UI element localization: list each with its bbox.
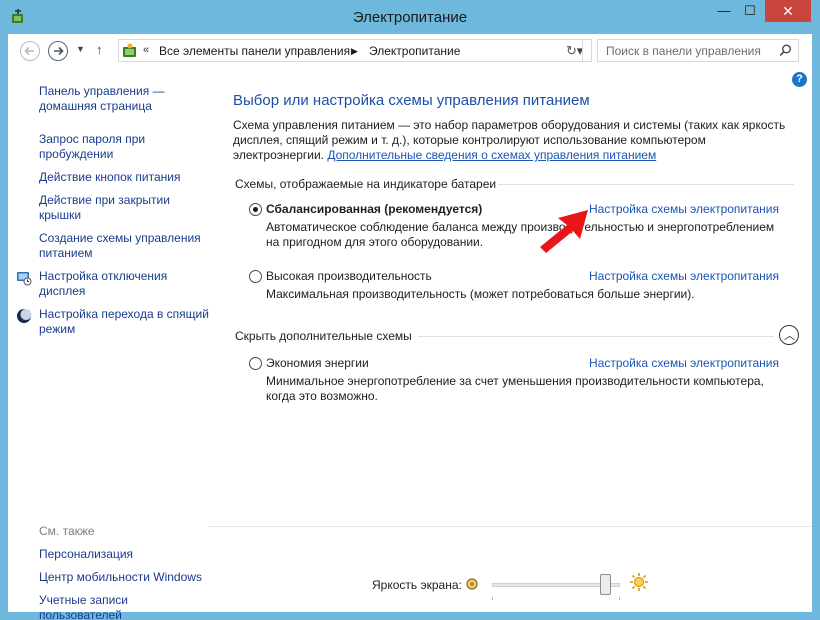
up-button[interactable]: ↑ [96,42,103,57]
minimize-button[interactable]: — [711,0,737,22]
breadcrumb-power-options[interactable]: Электропитание [369,44,460,58]
search-box[interactable]: Поиск в панели управления [597,39,799,62]
refresh-icon: ↻ [566,43,577,58]
address-bar[interactable]: « Все элементы панели управления ▶ Элект… [118,39,592,62]
plan-high-performance-name[interactable]: Высокая производительность [266,269,432,283]
plan-balanced-settings-link[interactable]: Настройка схемы электропитания [589,202,779,216]
breadcrumb-separator-icon[interactable]: ▶ [351,46,358,57]
plan-power-saver-settings-link[interactable]: Настройка схемы электропитания [589,356,779,370]
search-placeholder: Поиск в панели управления [606,44,761,58]
section-divider [498,184,794,185]
window-title: Электропитание [352,9,468,26]
annotation-arrow-icon [540,210,588,253]
sidebar-item-lid-action[interactable]: Действие при закрытии крышки [39,193,209,223]
sidebar: Панель управления — домашняя страница За… [8,68,209,620]
moon-icon [17,309,32,323]
breadcrumb-all-items[interactable]: Все элементы панели управления [159,44,350,58]
more-info-link[interactable]: Дополнительные сведения о схемах управле… [327,148,656,162]
sidebar-item-display-off[interactable]: Настройка отключения дисплея [39,269,209,299]
window-content: ▼ ↑ « Все элементы панели управления ▶ Э… [8,34,812,620]
maximize-button[interactable]: ☐ [737,0,763,22]
plan-high-performance-settings-link[interactable]: Настройка схемы электропитания [589,269,779,283]
address-overflow-chevron[interactable]: « [143,44,149,56]
plan-balanced-name[interactable]: Сбалансированная (рекомендуется) [266,202,482,216]
sidebar-item-power-buttons[interactable]: Действие кнопок питания [39,170,209,185]
sidebar-item-home[interactable]: Панель управления — домашняя страница [39,84,209,114]
page-description: Схема управления питанием — это набор па… [233,118,793,163]
brightness-high-icon [630,573,648,591]
brightness-slider-thumb[interactable] [599,574,611,595]
battery-plans-heading: Схемы, отображаемые на индикаторе батаре… [235,177,497,191]
bottom-divider [208,526,812,527]
sidebar-item-wake-password[interactable]: Запрос пароля при пробуждении [39,132,209,162]
sidebar-item-user-accounts[interactable]: Учетные записи пользователей [39,593,149,620]
back-button[interactable] [20,41,40,61]
plan-balanced-description: Автоматическое соблюдение баланса между … [266,220,775,249]
chevron-up-icon: ︿ [784,330,795,342]
title-bar[interactable]: Электропитание — ☐ ✕ [0,0,820,34]
section-divider [418,336,774,337]
control-panel-icon [123,43,136,57]
recent-pages-dropdown[interactable]: ▼ [76,44,85,54]
brightness-slider-ticks [492,597,620,600]
close-button[interactable]: ✕ [765,0,811,22]
plan-power-saver-name[interactable]: Экономия энергии [266,356,369,370]
arrow-right-icon [54,46,64,56]
brightness-low-icon [466,578,478,590]
display-icon [17,272,32,286]
plan-balanced-radio[interactable] [249,203,262,216]
page-title: Выбор или настройка схемы управления пит… [233,92,590,109]
search-icon[interactable] [779,44,792,57]
plan-high-performance-description: Максимальная производительность (может п… [266,287,695,301]
sidebar-item-mobility-center[interactable]: Центр мобильности Windows [39,570,209,585]
window-frame: Электропитание — ☐ ✕ ▼ ↑ « Все элементы … [0,0,820,620]
sidebar-item-create-plan[interactable]: Создание схемы управления питанием [39,231,209,261]
navigation-bar: ▼ ↑ « Все элементы панели управления ▶ Э… [8,34,812,68]
sidebar-item-sleep[interactable]: Настройка перехода в спящий режим [39,307,209,337]
forward-button[interactable] [48,41,68,61]
collapse-button[interactable]: ︿ [779,325,799,345]
hide-plans-heading[interactable]: Скрыть дополнительные схемы [235,329,412,343]
sidebar-item-personalization[interactable]: Персонализация [39,547,209,562]
refresh-button[interactable]: ↻ [563,39,583,62]
see-also-heading: См. также [39,524,95,538]
plan-power-saver-description: Минимальное энергопотребление за счет ум… [266,374,764,403]
plan-high-performance-radio[interactable] [249,270,262,283]
arrow-left-icon [24,46,34,56]
help-icon[interactable]: ? [792,72,807,87]
brightness-label: Яркость экрана: [372,578,462,592]
plan-power-saver-radio[interactable] [249,357,262,370]
